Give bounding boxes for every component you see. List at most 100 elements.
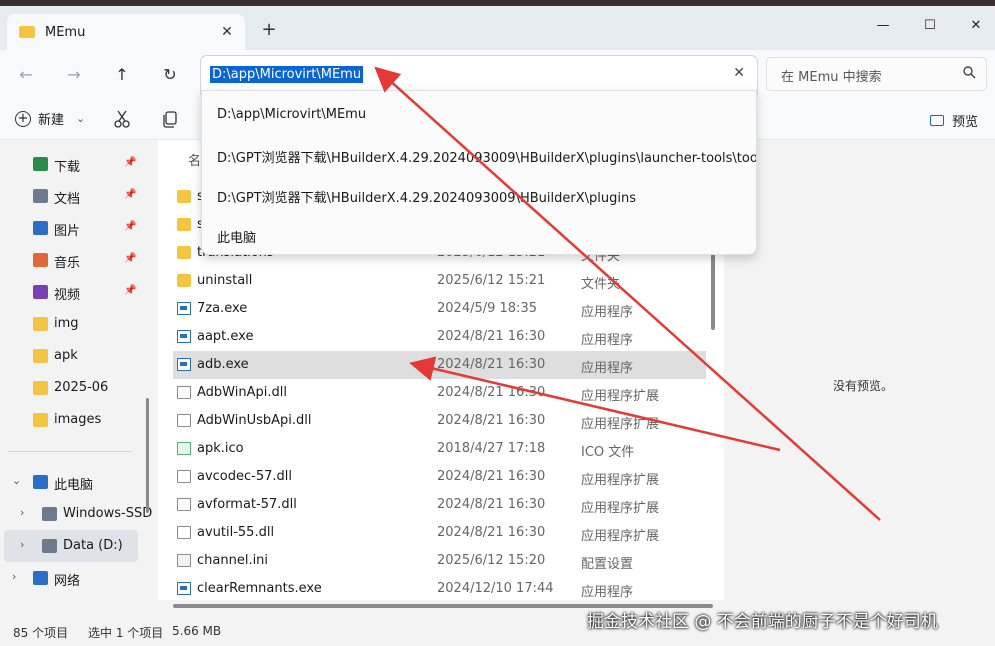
sidebar-item-label: 网络 xyxy=(54,574,81,589)
sidebar-item-label: 图片 xyxy=(54,224,81,239)
file-row[interactable]: adb.exe 2024/8/21 16:30 应用程序 xyxy=(173,351,706,379)
folder-icon xyxy=(33,413,48,427)
sidebar-item-label: 下载 xyxy=(54,160,81,175)
file-date: 2024/8/21 16:30 xyxy=(437,413,546,428)
sidebar-item-label: 文档 xyxy=(54,192,81,207)
file-row[interactable]: uninstall 2025/6/12 15:21 文件夹 xyxy=(173,267,706,295)
new-button[interactable]: + 新建 ⌄ xyxy=(15,109,85,128)
sidebar-item-picture[interactable]: 图片 📌 xyxy=(0,212,142,244)
sidebar-scrollbar[interactable] xyxy=(146,398,149,513)
forward-icon[interactable]: → xyxy=(61,62,87,88)
preview-toggle-button[interactable]: 预览 xyxy=(929,111,978,130)
item-count: 85 个项目 xyxy=(13,626,69,640)
folder-icon xyxy=(177,218,191,231)
chevron-icon[interactable]: › xyxy=(20,506,24,519)
minimize-button[interactable]: — xyxy=(860,12,906,40)
sidebar-item-label: 视频 xyxy=(54,288,81,303)
file-name: uninstall xyxy=(197,273,253,288)
column-header-name[interactable]: 名 xyxy=(188,150,201,169)
new-tab-button[interactable]: + xyxy=(259,19,279,40)
refresh-icon[interactable]: ↻ xyxy=(157,62,183,88)
music-icon xyxy=(33,253,48,267)
folder-icon xyxy=(177,190,191,203)
file-date: 2018/4/27 17:18 xyxy=(437,441,546,456)
chevron-icon[interactable]: › xyxy=(20,538,24,551)
file-type: 应用程序扩展 xyxy=(581,417,660,432)
up-icon[interactable]: ↑ xyxy=(109,62,135,88)
sidebar-item-label: 2025-06 xyxy=(54,380,109,395)
new-label: 新建 xyxy=(38,113,65,128)
sidebar-folder-item[interactable]: images xyxy=(0,404,142,436)
tab-memu[interactable]: MEmu ✕ xyxy=(7,14,245,50)
file-name: AdbWinApi.dll xyxy=(197,385,287,400)
sidebar-item-document[interactable]: 文档 📌 xyxy=(0,180,142,212)
preview-pane-icon xyxy=(929,115,944,126)
file-date: 2024/12/10 17:44 xyxy=(437,581,554,596)
back-icon[interactable]: ← xyxy=(13,62,39,88)
exe-icon xyxy=(177,358,191,371)
address-bar[interactable]: D:\app\Microvirt\MEmu ✕ xyxy=(201,56,757,94)
sidebar-item-network[interactable]: › 网络 xyxy=(0,562,142,594)
clear-address-icon[interactable]: ✕ xyxy=(733,65,745,81)
file-type: 应用程序扩展 xyxy=(581,529,660,544)
tab-bar: MEmu ✕ + — ☐ ✕ xyxy=(0,6,995,50)
chevron-icon[interactable]: › xyxy=(12,570,16,583)
file-row[interactable]: channel.ini 2025/6/12 15:20 配置设置 xyxy=(173,547,706,575)
sidebar-folder-item[interactable]: 2025-06 xyxy=(0,372,142,404)
file-row[interactable]: avcodec-57.dll 2024/8/21 16:30 应用程序扩展 xyxy=(173,463,706,491)
copy-icon[interactable] xyxy=(160,109,180,129)
file-row[interactable]: AdbWinApi.dll 2024/8/21 16:30 应用程序扩展 xyxy=(173,379,706,407)
sidebar-item-this-pc[interactable]: ⌄ 此电脑 xyxy=(0,466,142,498)
pin-icon: 📌 xyxy=(124,285,137,296)
dropdown-item-label: 此电脑 xyxy=(217,231,257,246)
sidebar-item-label: images xyxy=(54,412,102,427)
file-type: 应用程序 xyxy=(581,361,634,376)
file-name: avcodec-57.dll xyxy=(197,469,292,484)
sidebar-item-video[interactable]: 视频 📌 xyxy=(0,276,142,308)
vertical-scrollbar[interactable] xyxy=(711,250,715,330)
file-row[interactable]: apk.ico 2018/4/27 17:18 ICO 文件 xyxy=(173,435,706,463)
pin-icon: 📌 xyxy=(124,221,137,232)
search-icon xyxy=(963,66,976,79)
cut-icon[interactable] xyxy=(112,109,132,129)
file-name: avutil-55.dll xyxy=(197,525,275,540)
dropdown-item[interactable]: D:\app\Microvirt\MEmu xyxy=(202,95,756,135)
sidebar-item-music[interactable]: 音乐 📌 xyxy=(0,244,142,276)
no-preview-text: 没有预览。 xyxy=(833,379,894,393)
file-date: 2025/6/12 15:21 xyxy=(437,273,546,288)
address-history-dropdown: D:\app\Microvirt\MEmu D:\GPT浏览器下载\HBuilde… xyxy=(201,90,757,255)
chevron-down-icon: ⌄ xyxy=(76,112,86,125)
plus-icon: + xyxy=(15,110,31,127)
sidebar-item-download[interactable]: 下载 📌 xyxy=(0,148,142,180)
folder-icon xyxy=(177,246,191,259)
folder-icon xyxy=(33,317,48,331)
sidebar-folder-item[interactable]: img xyxy=(0,308,142,340)
file-type: 文件夹 xyxy=(581,277,621,292)
sidebar-folder-item[interactable]: apk xyxy=(0,340,142,372)
picture-icon xyxy=(33,221,48,235)
dropdown-item[interactable]: D:\GPT浏览器下载\HBuilderX.4.29.2024093009\HB… xyxy=(202,175,756,215)
file-row[interactable]: aapt.exe 2024/8/21 16:30 应用程序 xyxy=(173,323,706,351)
dropdown-item-label: D:\GPT浏览器下载\HBuilderX.4.29.2024093009\HB… xyxy=(217,151,757,166)
file-row[interactable]: avutil-55.dll 2024/8/21 16:30 应用程序扩展 xyxy=(173,519,706,547)
sidebar-item-data-d[interactable]: › Data (D:) xyxy=(4,530,138,562)
search-box[interactable]: 在 MEmu 中搜索 xyxy=(766,57,987,91)
dropdown-item[interactable]: 此电脑 xyxy=(202,215,756,254)
file-row[interactable]: clearRemnants.exe 2024/12/10 17:44 应用程序 xyxy=(173,575,706,603)
sidebar-item-windows-ssd[interactable]: › Windows-SSD xyxy=(0,498,152,530)
search-input[interactable]: 在 MEmu 中搜索 xyxy=(781,66,882,85)
file-name: avformat-57.dll xyxy=(197,497,297,512)
exe-icon xyxy=(177,302,191,315)
file-name: clearRemnants.exe xyxy=(197,581,322,596)
dropdown-item[interactable]: D:\GPT浏览器下载\HBuilderX.4.29.2024093009\HB… xyxy=(202,135,757,175)
file-row[interactable]: avformat-57.dll 2024/8/21 16:30 应用程序扩展 xyxy=(173,491,706,519)
navigation-pane: 下载 📌 文档 📌 图片 📌 音乐 📌 视频 📌 img apk 2025-06 images ⌄ 此电脑 › W… xyxy=(0,140,152,600)
file-row[interactable]: AdbWinUsbApi.dll 2024/8/21 16:30 应用程序扩展 xyxy=(173,407,706,435)
chevron-icon[interactable]: ⌄ xyxy=(12,474,21,487)
close-window-button[interactable]: ✕ xyxy=(953,12,995,40)
ini-icon xyxy=(177,554,191,567)
maximize-button[interactable]: ☐ xyxy=(907,12,953,40)
tab-close-icon[interactable]: ✕ xyxy=(217,22,237,42)
file-row[interactable]: 7za.exe 2024/5/9 18:35 应用程序 xyxy=(173,295,706,323)
address-input[interactable]: D:\app\Microvirt\MEmu xyxy=(210,66,364,83)
